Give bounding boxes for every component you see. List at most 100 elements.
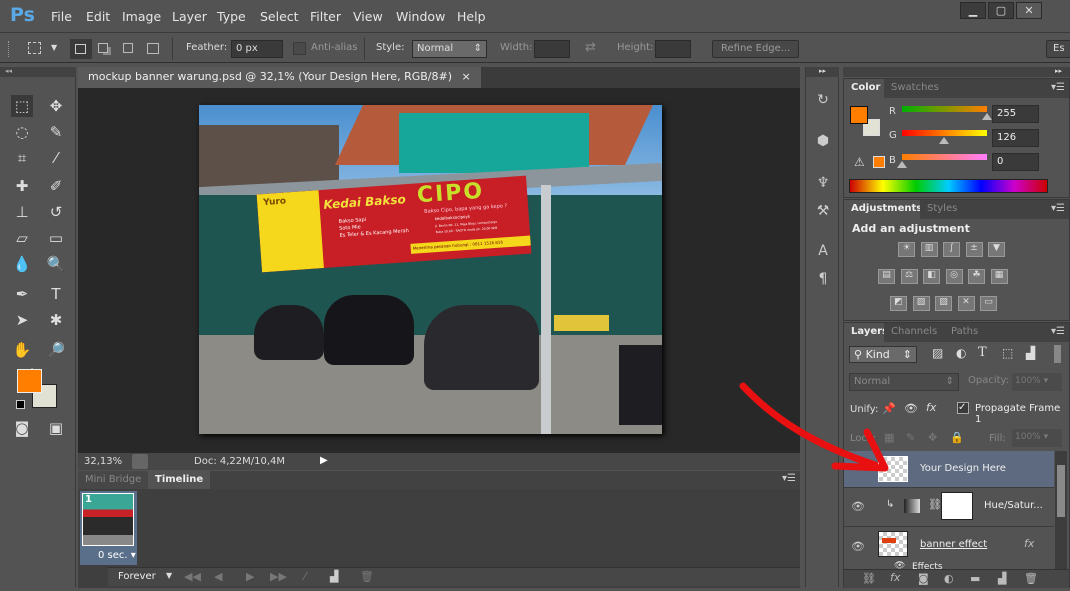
color-lookup-icon[interactable]: ▦	[990, 269, 1008, 284]
blur-tool-icon[interactable]: 💧	[11, 253, 33, 275]
stamp-tool-icon[interactable]: ⊥	[11, 201, 33, 223]
eye-icon[interactable]: 👁	[851, 540, 865, 553]
slider-thumb[interactable]	[897, 161, 907, 168]
threshold-icon[interactable]: ▧	[935, 296, 952, 311]
tab-styles[interactable]: Styles	[920, 200, 965, 219]
play-icon[interactable]: ▶	[246, 570, 254, 583]
filter-toggle[interactable]	[1054, 345, 1061, 363]
tool-presets-icon[interactable]: ⚒	[813, 203, 833, 223]
lock-position-icon[interactable]: ✥	[928, 431, 937, 444]
b-value-input[interactable]: 0	[992, 153, 1039, 171]
pen-tool-icon[interactable]: ✒	[11, 283, 33, 305]
tab-mini-bridge[interactable]: Mini Bridge	[78, 471, 149, 489]
eraser-tool-icon[interactable]: ▱	[11, 227, 33, 249]
close-tab-icon[interactable]: ×	[462, 70, 471, 83]
r-slider[interactable]	[902, 106, 992, 120]
quick-mask-icon[interactable]: ◙	[11, 417, 33, 439]
marquee-preset-icon[interactable]	[28, 42, 41, 54]
document-tab[interactable]: mockup banner warung.psd @ 32,1% (Your D…	[78, 67, 481, 88]
black-white-icon[interactable]: ◧	[923, 269, 940, 284]
restore-button[interactable]: ▢	[988, 2, 1014, 19]
frame-delay[interactable]: 0 sec. ▾	[98, 550, 136, 561]
workspace-button[interactable]: Es	[1046, 40, 1070, 58]
slider-thumb[interactable]	[982, 113, 992, 120]
gradient-map-icon[interactable]: ▭	[980, 296, 997, 311]
filter-kind-select[interactable]: ⚲ Kind ⇕	[849, 346, 917, 363]
style-select[interactable]: Normal ⇕	[412, 40, 487, 58]
tab-color[interactable]: Color	[844, 79, 888, 98]
menu-select[interactable]: Select	[260, 9, 299, 24]
menu-type[interactable]: Type	[217, 9, 246, 24]
dodge-tool-icon[interactable]: 🔍	[45, 253, 67, 275]
hue-saturation-icon[interactable]: ▤	[878, 269, 895, 284]
tab-swatches[interactable]: Swatches	[884, 79, 946, 98]
menu-filter[interactable]: Filter	[310, 9, 341, 24]
marquee-tool-icon[interactable]: ⬚	[11, 95, 33, 117]
propagate-checkbox[interactable]: ✓	[957, 402, 969, 414]
menu-view[interactable]: View	[353, 9, 383, 24]
link-layers-icon[interactable]: ⛓	[862, 572, 876, 585]
fill-input[interactable]: 100% ▾	[1012, 429, 1062, 447]
add-selection-icon[interactable]	[98, 43, 108, 53]
collapse-icon[interactable]: ▸▸	[806, 67, 839, 77]
loop-select[interactable]: Forever	[118, 571, 156, 582]
g-slider[interactable]	[902, 130, 987, 144]
brush-tool-icon[interactable]: ✐	[45, 175, 67, 197]
canvas-image[interactable]: Yuro Kedai Bakso CIPO Bakso Cipo, bapa y…	[199, 105, 662, 434]
add-style-icon[interactable]: fx	[890, 571, 900, 584]
opacity-input[interactable]: 100% ▾	[1012, 373, 1062, 391]
intersect-selection-icon[interactable]	[147, 43, 159, 54]
history-brush-tool-icon[interactable]: ↺	[45, 201, 67, 223]
new-group-icon[interactable]: ▬	[970, 572, 980, 585]
lock-all-icon[interactable]: 🔒	[950, 431, 964, 444]
collapse-panels-icon[interactable]: ▸▸	[843, 67, 1070, 77]
brightness-contrast-icon[interactable]: ☀	[898, 242, 915, 257]
slider-thumb[interactable]	[938, 137, 949, 144]
collapse-icon[interactable]: ◂◂	[0, 67, 76, 77]
layer-row-hue-saturation[interactable]: 👁 ↳ ⛓ Hue/Satur...	[844, 488, 1054, 527]
tab-adjustments[interactable]: Adjustments	[844, 200, 930, 219]
photo-filter-icon[interactable]: ◎	[945, 269, 963, 284]
layer-row-banner-effect[interactable]: 👁 banner effect fx	[844, 528, 1054, 561]
shape-filter-icon[interactable]: ⬚	[1002, 346, 1013, 360]
tween-icon[interactable]: ⁄	[304, 570, 306, 583]
default-colors-icon[interactable]	[16, 400, 25, 409]
height-input[interactable]	[655, 40, 691, 58]
feather-input[interactable]: 0 px	[231, 40, 283, 58]
adjustment-filter-icon[interactable]: ◐	[956, 346, 966, 360]
levels-icon[interactable]: ▥	[920, 242, 938, 257]
animation-frame[interactable]: 1 0 sec. ▾	[80, 491, 137, 565]
first-frame-icon[interactable]: ◀◀	[184, 570, 201, 583]
layer-mask-thumbnail[interactable]	[941, 492, 973, 520]
new-selection-button[interactable]	[70, 39, 92, 59]
next-frame-icon[interactable]: ▶▶	[270, 570, 287, 583]
chevron-down-icon[interactable]: ▼	[166, 571, 172, 580]
fx-icon[interactable]: fx	[1024, 537, 1034, 550]
menu-layer[interactable]: Layer	[172, 9, 207, 24]
panel-menu-icon[interactable]: ▾☰	[1051, 326, 1065, 337]
healing-brush-tool-icon[interactable]: ✚	[11, 175, 33, 197]
menu-edit[interactable]: Edit	[86, 9, 110, 24]
color-spectrum-ramp[interactable]	[849, 179, 1048, 193]
invert-icon[interactable]: ◩	[890, 296, 907, 311]
g-value-input[interactable]: 126	[992, 129, 1039, 147]
preview-icon[interactable]	[132, 454, 148, 469]
crop-tool-icon[interactable]: ⌗	[11, 147, 33, 169]
hand-tool-icon[interactable]: ✋	[11, 339, 33, 361]
chevron-down-icon[interactable]: ▼	[51, 43, 57, 52]
path-selection-tool-icon[interactable]: ➤	[11, 309, 33, 331]
gamut-color-swatch[interactable]	[873, 156, 885, 168]
layers-scrollbar[interactable]	[1055, 451, 1067, 575]
new-adjustment-icon[interactable]: ◐	[944, 572, 954, 585]
menu-image[interactable]: Image	[122, 9, 161, 24]
eyedropper-tool-icon[interactable]: ⁄	[45, 147, 67, 169]
panel-menu-icon[interactable]: ▾☰	[1051, 203, 1065, 214]
paragraph-icon[interactable]: ¶	[813, 271, 833, 291]
tab-timeline[interactable]: Timeline	[148, 471, 211, 489]
screen-mode-icon[interactable]: ▣	[45, 417, 67, 439]
color-balance-icon[interactable]: ⚖	[900, 269, 918, 284]
zoom-tool-icon[interactable]: 🔎	[45, 339, 67, 361]
foreground-color-swatch[interactable]	[17, 369, 42, 393]
swap-icon[interactable]: ⇄	[585, 40, 596, 55]
history-icon[interactable]: ↻	[813, 92, 833, 112]
